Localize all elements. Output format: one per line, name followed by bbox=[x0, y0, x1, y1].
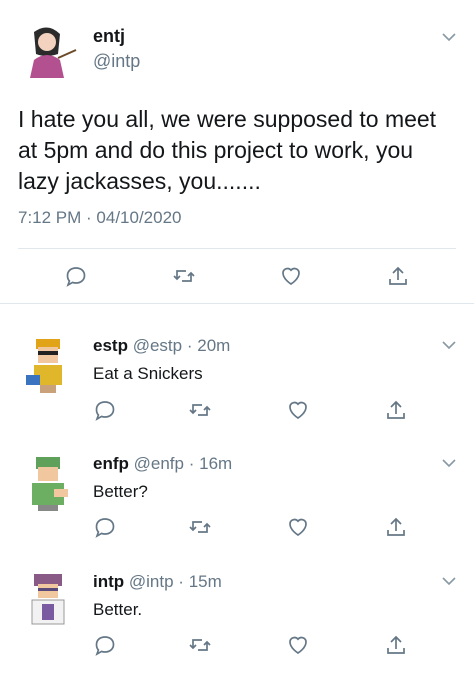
chevron-down-icon[interactable] bbox=[440, 28, 458, 46]
avatar[interactable] bbox=[18, 570, 78, 630]
author-name[interactable]: entj bbox=[93, 26, 125, 47]
share-icon[interactable] bbox=[384, 633, 408, 657]
like-icon[interactable] bbox=[279, 264, 303, 288]
reply-author-name[interactable]: intp bbox=[93, 572, 124, 591]
chevron-down-icon[interactable] bbox=[440, 336, 458, 354]
separator: · bbox=[178, 572, 184, 591]
separator: · bbox=[188, 454, 195, 473]
like-icon[interactable] bbox=[286, 515, 310, 539]
reply-author-name[interactable]: estp bbox=[93, 336, 128, 355]
share-icon[interactable] bbox=[384, 515, 408, 539]
reply-author-handle[interactable]: @enfp bbox=[134, 454, 184, 473]
share-icon[interactable] bbox=[384, 398, 408, 422]
reply-text: Better. bbox=[93, 600, 143, 619]
reply-icon[interactable] bbox=[93, 398, 117, 422]
tweet-text: I hate you all, we were supposed to meet… bbox=[18, 106, 437, 194]
reply-text: Eat a Snickers bbox=[93, 364, 203, 383]
avatar[interactable] bbox=[18, 335, 78, 395]
tweet-timestamp[interactable]: 7:12 PM · 04/10/2020 bbox=[18, 208, 182, 228]
author-handle[interactable]: @intp bbox=[93, 51, 140, 72]
reply-author-handle[interactable]: @intp bbox=[129, 572, 174, 591]
avatar[interactable] bbox=[18, 453, 78, 513]
retweet-icon[interactable] bbox=[188, 398, 212, 422]
divider bbox=[18, 248, 456, 249]
reply-author-name[interactable]: enfp bbox=[93, 454, 129, 473]
reply-icon[interactable] bbox=[93, 633, 117, 657]
chevron-down-icon[interactable] bbox=[440, 454, 458, 472]
avatar[interactable] bbox=[18, 20, 78, 80]
reply-time[interactable]: 16m bbox=[199, 454, 232, 473]
retweet-icon[interactable] bbox=[188, 633, 212, 657]
reply-icon[interactable] bbox=[93, 515, 117, 539]
retweet-icon[interactable] bbox=[172, 264, 196, 288]
reply-icon[interactable] bbox=[64, 264, 88, 288]
chevron-down-icon[interactable] bbox=[440, 572, 458, 590]
reply-text: Better? bbox=[93, 482, 148, 501]
share-icon[interactable] bbox=[386, 264, 410, 288]
reply-time[interactable]: 15m bbox=[189, 572, 222, 591]
reply-time[interactable]: 20m bbox=[197, 336, 230, 355]
like-icon[interactable] bbox=[286, 633, 310, 657]
reply-author-handle[interactable]: @estp bbox=[133, 336, 182, 355]
divider bbox=[0, 303, 474, 304]
retweet-icon[interactable] bbox=[188, 515, 212, 539]
separator: · bbox=[186, 336, 193, 355]
like-icon[interactable] bbox=[286, 398, 310, 422]
